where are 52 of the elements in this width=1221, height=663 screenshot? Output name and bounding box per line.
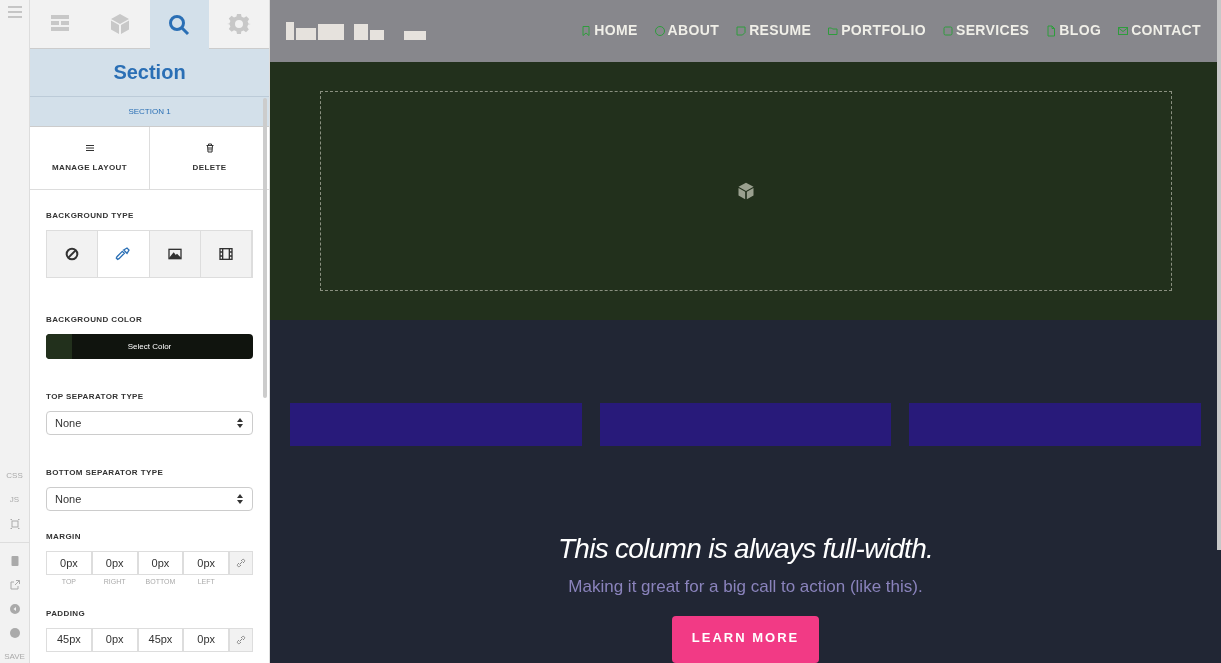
- film-icon: [217, 246, 234, 262]
- field-label: PADDING: [46, 607, 87, 620]
- field-label: MARGIN: [46, 531, 82, 543]
- cta-subheading: Making it great for a big call to action (like this).: [568, 576, 923, 598]
- mail-icon: [1117, 24, 1130, 37]
- action-button[interactable]: DELETE: [150, 127, 269, 189]
- section-label: SECTION 1: [30, 97, 269, 127]
- search-icon: [167, 12, 192, 37]
- folder-icon: [827, 24, 840, 37]
- gear-icon: [227, 12, 252, 36]
- frame-icon: [8, 518, 21, 530]
- square-icon: [941, 24, 954, 37]
- logo-icon: [286, 19, 428, 42]
- chain-link-icon: [235, 633, 248, 646]
- file-icon: [1045, 24, 1058, 37]
- link-toggle-button[interactable]: [229, 551, 253, 575]
- action-button[interactable]: MANAGE LAYOUT: [30, 127, 150, 189]
- field-label: BACKGROUND TYPE: [46, 210, 135, 222]
- rail-button[interactable]: [8, 603, 21, 615]
- menu-icon: [83, 142, 96, 154]
- value-input[interactable]: 0px: [91, 551, 138, 575]
- note-icon: [735, 24, 748, 37]
- value-input[interactable]: 0px: [46, 551, 92, 575]
- image-icon: [166, 246, 183, 262]
- link-toggle-button[interactable]: [229, 627, 253, 652]
- sort-arrows-icon: [236, 493, 244, 505]
- select-color-button[interactable]: Select Color: [46, 334, 253, 359]
- field-label: BOTTOM SEPARATOR TYPE: [46, 467, 165, 479]
- eyedropper-icon: [115, 246, 132, 262]
- bookmark-icon: [580, 24, 593, 37]
- panel-tab[interactable]: [149, 0, 210, 49]
- value-input[interactable]: 0px: [91, 627, 138, 652]
- rail-button[interactable]: [8, 518, 21, 530]
- value-input[interactable]: 45px: [46, 627, 92, 652]
- field-label: TOP SEPARATOR TYPE: [46, 391, 145, 403]
- circle-icon: [653, 24, 666, 37]
- select-field[interactable]: None: [46, 487, 253, 511]
- rail-button[interactable]: [8, 579, 21, 591]
- panel-title: Section: [30, 49, 269, 97]
- field-label: BACKGROUND COLOR: [46, 314, 144, 326]
- value-input[interactable]: 0px: [183, 627, 230, 652]
- value-input[interactable]: 45px: [137, 627, 184, 652]
- sort-arrows-icon: [236, 417, 244, 429]
- learn-more-button[interactable]: LEARN MORE: [671, 615, 820, 663]
- chain-link-icon: [235, 557, 248, 569]
- value-input[interactable]: 0px: [137, 551, 184, 575]
- menu-icon[interactable]: [6, 4, 23, 20]
- external-icon: [8, 579, 21, 591]
- select-field[interactable]: None: [46, 411, 253, 435]
- cta-heading: This column is always full-width.: [557, 532, 934, 566]
- no-entry-icon: [64, 246, 81, 262]
- value-input[interactable]: 0px: [183, 551, 230, 575]
